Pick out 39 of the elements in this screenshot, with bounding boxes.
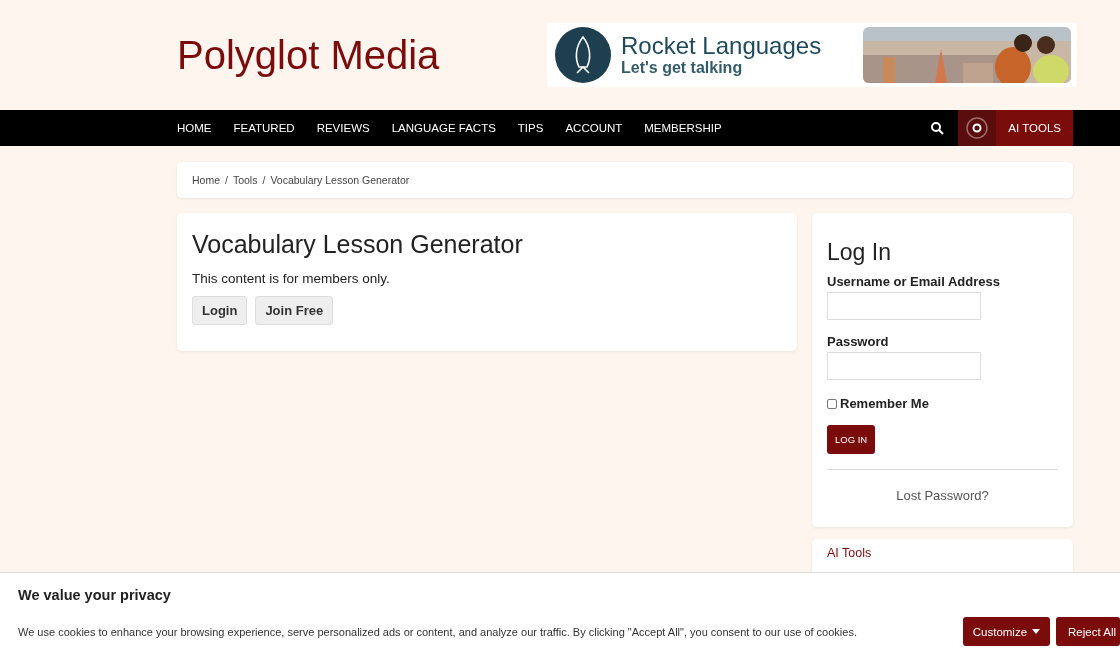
ai-tools-link[interactable]: AI Tools — [827, 546, 872, 560]
cookie-title: We value your privacy — [18, 587, 172, 603]
nav-link[interactable]: MEMBERSHIP — [633, 122, 733, 134]
breadcrumb-separator: / — [262, 174, 266, 186]
nav-link[interactable]: REVIEWS — [305, 122, 381, 134]
members-message: This content is for members only. — [192, 271, 391, 286]
breadcrumb-separator: / — [225, 174, 228, 186]
cookie-text: We use cookies to enhance your browsing experience, serve personalized ads or content, and analyze our traffic. By clicking "Accept All", you consent to our use of cookies. — [18, 625, 858, 638]
site-title[interactable]: Polyglot Media — [177, 32, 440, 78]
search-icon[interactable] — [930, 121, 945, 135]
password-label: Password — [827, 334, 890, 349]
caret-icon — [1032, 629, 1041, 634]
ai-tools-button[interactable]: AI TOOLS — [996, 110, 1073, 146]
log-in-submit-button[interactable]: LOG IN — [827, 425, 876, 454]
remember-checkbox[interactable] — [827, 398, 837, 409]
nav-link[interactable]: HOME — [177, 122, 223, 134]
ad-brand: Rocket Languages — [621, 33, 823, 59]
ad-tagline: Let's get talking — [621, 59, 744, 77]
toggle-icon[interactable] — [966, 117, 989, 139]
page-title: Vocabulary Lesson Generator — [192, 230, 524, 259]
nav-link[interactable]: TIPS — [506, 122, 555, 134]
remember-label: Remember Me — [840, 396, 929, 411]
nav-link[interactable]: LANGUAGE FACTS — [380, 122, 507, 134]
member-button[interactable]: Join Free — [255, 296, 334, 325]
cookie-button[interactable]: Customize — [962, 617, 1051, 646]
breadcrumb-link[interactable]: Vocabulary Lesson Generator — [270, 174, 410, 186]
breadcrumb-link[interactable]: Tools — [232, 174, 258, 186]
lost-password-link[interactable]: Lost Password? — [827, 488, 1058, 503]
username-label: Username or Email Address — [827, 274, 1001, 289]
password-field[interactable] — [827, 352, 981, 380]
ad-banner[interactable]: Rocket Languages Let's get talking — [547, 23, 1077, 87]
username-field[interactable] — [827, 292, 981, 320]
member-button[interactable]: Login — [192, 296, 248, 325]
breadcrumb-link[interactable]: Home — [192, 174, 220, 186]
rocket-logo-icon — [555, 27, 611, 83]
cookie-button[interactable]: Reject All — [1056, 617, 1120, 646]
nav-link[interactable]: ACCOUNT — [554, 122, 634, 134]
login-title: Log In — [827, 239, 892, 266]
nav-link[interactable]: FEATURED — [222, 122, 306, 134]
